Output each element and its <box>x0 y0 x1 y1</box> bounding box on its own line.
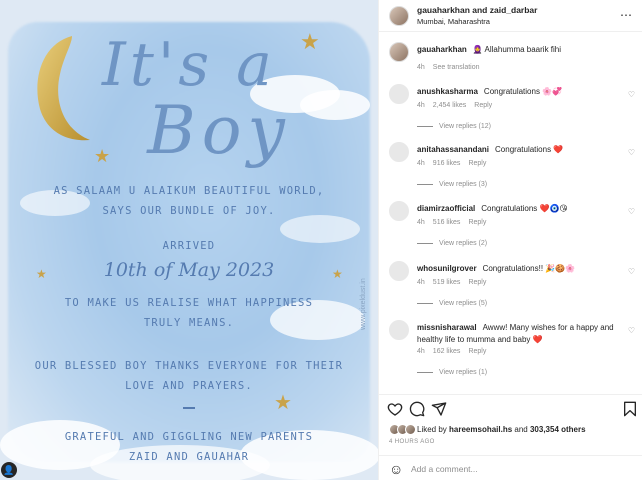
comment-likes[interactable]: 162 likes <box>433 348 461 355</box>
add-comment-bar: ☺ <box>379 455 642 480</box>
card-line: Grateful and giggling new parents <box>64 431 314 443</box>
like-comment-icon[interactable]: ♡ <box>628 326 635 335</box>
heart-outline-icon[interactable] <box>387 401 403 417</box>
comment-meta: 4h 162 likes Reply <box>417 348 494 355</box>
comment-username[interactable]: anushkasharma <box>417 87 478 96</box>
headline-its-a: It's a <box>102 30 276 100</box>
comment-text: Congratulations!! 🎉🍪🌸 <box>482 264 576 273</box>
birth-date: 10th of May 2023 <box>103 259 275 281</box>
view-replies-button[interactable]: View replies (12) <box>417 123 491 130</box>
comment-body: diamirzaofficial Congratulations ❤️🧿😘 <box>417 203 615 215</box>
comment-meta: 4h 916 likes Reply <box>417 160 494 167</box>
avatar[interactable] <box>389 201 409 221</box>
comment-time[interactable]: 4h <box>417 160 425 167</box>
view-replies-button[interactable]: View replies (2) <box>417 240 487 247</box>
comment-username[interactable]: whosunilgrover <box>417 264 477 273</box>
comment-meta: 4h 516 likes Reply <box>417 219 494 226</box>
comment-text: Congratulations ❤️ <box>495 145 564 154</box>
likes-count[interactable]: 303,354 others <box>530 425 586 434</box>
comment-text: Congratulations ❤️🧿😘 <box>481 204 568 213</box>
like-comment-icon[interactable]: ♡ <box>628 148 635 157</box>
reply-button[interactable]: Reply <box>468 348 486 355</box>
liked-by-prefix: Liked by <box>417 425 450 434</box>
reply-button[interactable]: Reply <box>468 279 486 286</box>
avatar[interactable] <box>389 142 409 162</box>
card-line-arrived: Arrived <box>162 240 216 252</box>
comment-username[interactable]: diamirzaofficial <box>417 204 475 213</box>
comment-time[interactable]: 4h <box>417 219 425 226</box>
comment-text: 🧕 Allahumma baarik fihi <box>472 45 562 54</box>
post-image[interactable]: ★ ★ ★ ★ ★ It's a Boy As salaam u alaikum… <box>0 0 378 480</box>
avatar[interactable] <box>389 261 409 281</box>
headline-boy: Boy <box>147 92 291 169</box>
card-line: love and prayers. <box>125 380 253 392</box>
emoji-icon[interactable]: ☺ <box>389 461 403 477</box>
avatar[interactable] <box>389 320 409 340</box>
reply-button[interactable]: Reply <box>468 160 486 167</box>
comment-body: gauaharkhan 🧕 Allahumma baarik fihi <box>417 44 615 56</box>
comment-body: missnisharawal Awww! Many wishes for a ha… <box>417 322 615 346</box>
avatar[interactable] <box>389 6 409 26</box>
divider <box>183 407 195 409</box>
liker-avatar[interactable] <box>405 424 416 435</box>
comment-meta: 4h 2,454 likes Reply <box>417 102 500 109</box>
view-replies-button[interactable]: View replies (3) <box>417 181 487 188</box>
post-header: gauaharkhan and zaid_darbar Mumbai, Maha… <box>379 0 642 32</box>
like-comment-icon[interactable]: ♡ <box>628 90 635 99</box>
like-comment-icon[interactable]: ♡ <box>628 267 635 276</box>
post-location[interactable]: Mumbai, Maharashtra <box>417 17 490 26</box>
reply-button[interactable]: Reply <box>474 102 492 109</box>
comment-input[interactable] <box>411 461 611 477</box>
card-line: To make us realise what happiness <box>64 297 314 309</box>
comment-meta: 4h 519 likes Reply <box>417 279 494 286</box>
comment-time[interactable]: 4h <box>417 102 425 109</box>
post-actions: Liked by hareemsohail.hs and 303,354 oth… <box>379 394 642 480</box>
comment-time[interactable]: 4h <box>417 348 425 355</box>
comment-icon[interactable] <box>409 401 425 417</box>
comment-body: anushkasharma Congratulations 🌸💞 <box>417 86 615 98</box>
comment-likes[interactable]: 519 likes <box>433 279 461 286</box>
comment-time[interactable]: 4h <box>417 64 425 71</box>
comment-body: whosunilgrover Congratulations!! 🎉🍪🌸 <box>417 263 615 275</box>
comment-likes[interactable]: 916 likes <box>433 160 461 167</box>
avatar[interactable] <box>389 42 409 62</box>
liked-by-user[interactable]: hareemsohail.hs <box>449 425 512 434</box>
comment-username[interactable]: anitahassanandani <box>417 145 489 154</box>
post-timestamp[interactable]: 4 HOURS AGO <box>389 439 435 445</box>
cloud-decoration <box>280 215 360 243</box>
card-line: Our blessed boy thanks everyone for thei… <box>34 360 344 372</box>
view-replies-button[interactable]: View replies (5) <box>417 300 487 307</box>
liked-by-and: and <box>512 425 530 434</box>
more-options-icon[interactable]: ⋯ <box>620 8 633 22</box>
see-translation-link[interactable]: See translation <box>433 64 480 71</box>
card-line-signature: Zaid and Gauahar <box>128 451 250 463</box>
comment-meta: 4h See translation <box>417 64 488 71</box>
comment-likes[interactable]: 2,454 likes <box>433 102 466 109</box>
share-icon[interactable] <box>431 401 447 417</box>
star-icon: ★ <box>274 390 292 414</box>
card-line: says our bundle of joy. <box>102 205 276 217</box>
card-line: As salaam u alaikum beautiful world, <box>53 185 325 197</box>
comment-username[interactable]: gauaharkhan <box>417 45 467 54</box>
view-replies-button[interactable]: View replies (1) <box>417 369 487 376</box>
post-details-panel: gauaharkhan and zaid_darbar Mumbai, Maha… <box>378 0 642 480</box>
reply-button[interactable]: Reply <box>468 219 486 226</box>
comment-time[interactable]: 4h <box>417 279 425 286</box>
tagged-users-icon[interactable]: 👤 <box>1 462 17 478</box>
comment-likes[interactable]: 516 likes <box>433 219 461 226</box>
bookmark-icon[interactable] <box>623 401 637 417</box>
comment-body: anitahassanandani Congratulations ❤️ <box>417 144 615 156</box>
comment-username[interactable]: missnisharawal <box>417 323 477 332</box>
avatar[interactable] <box>389 84 409 104</box>
watermark: www.pixeldust.in <box>360 278 367 330</box>
post-author[interactable]: gauaharkhan and zaid_darbar <box>417 5 537 15</box>
comment-text: Congratulations 🌸💞 <box>483 87 563 96</box>
like-comment-icon[interactable]: ♡ <box>628 207 635 216</box>
card-line: truly means. <box>143 317 235 329</box>
